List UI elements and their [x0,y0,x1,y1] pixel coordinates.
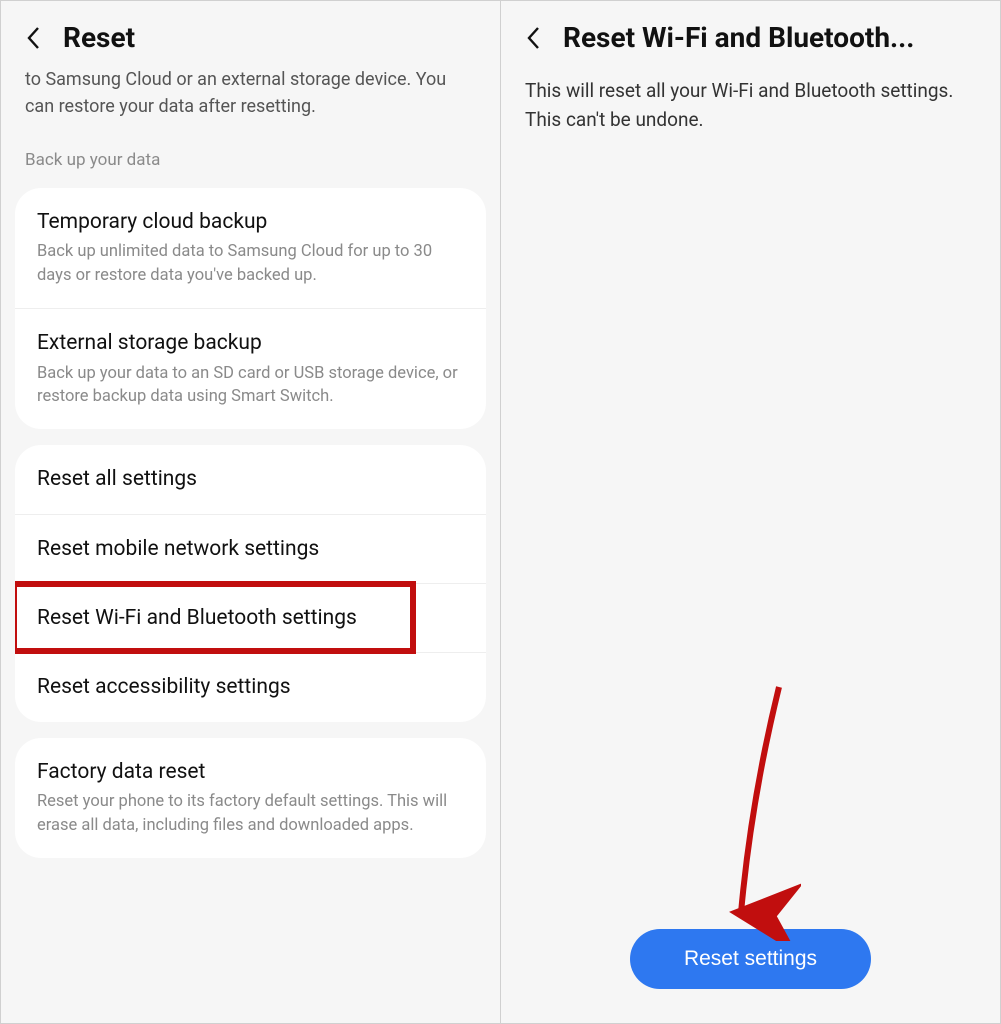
reset-settings-screen: Reset to Samsung Cloud or an external st… [1,1,501,1023]
factory-data-reset-item[interactable]: Factory data reset Reset your phone to i… [15,738,486,858]
reset-wifi-bluetooth-screen: Reset Wi-Fi and Bluetooth... This will r… [501,1,1000,1023]
backup-card: Temporary cloud backup Back up unlimited… [15,188,486,429]
item-title: Reset all settings [37,465,464,493]
header: Reset Wi-Fi and Bluetooth... [501,1,1000,66]
header: Reset [1,1,500,66]
item-title: External storage backup [37,329,464,357]
item-title: Reset mobile network settings [37,535,464,563]
section-label-backup: Back up your data [1,128,500,180]
external-storage-backup-item[interactable]: External storage backup Back up your dat… [15,308,486,429]
reset-all-settings-item[interactable]: Reset all settings [15,445,486,513]
item-title: Reset Wi-Fi and Bluetooth settings [37,604,464,632]
back-icon[interactable] [521,25,547,51]
item-sub: Back up unlimited data to Samsung Cloud … [37,240,464,288]
item-title: Temporary cloud backup [37,208,464,236]
item-title: Reset accessibility settings [37,673,464,701]
reset-accessibility-item[interactable]: Reset accessibility settings [15,652,486,721]
item-sub: Reset your phone to its factory default … [37,790,464,838]
page-title: Reset Wi-Fi and Bluetooth... [563,21,914,54]
temporary-cloud-backup-item[interactable]: Temporary cloud backup Back up unlimited… [15,188,486,308]
item-sub: Back up your data to an SD card or USB s… [37,362,464,410]
back-icon[interactable] [21,25,47,51]
reset-wifi-bluetooth-item[interactable]: Reset Wi-Fi and Bluetooth settings [15,583,486,652]
page-title: Reset [63,21,135,54]
factory-reset-card: Factory data reset Reset your phone to i… [15,738,486,858]
reset-settings-button[interactable]: Reset settings [630,929,871,989]
reset-options-card: Reset all settings Reset mobile network … [15,445,486,721]
description-text: This will reset all your Wi-Fi and Bluet… [501,66,1000,929]
item-title: Factory data reset [37,758,464,786]
reset-mobile-network-item[interactable]: Reset mobile network settings [15,514,486,583]
intro-text: to Samsung Cloud or an external storage … [1,66,500,128]
